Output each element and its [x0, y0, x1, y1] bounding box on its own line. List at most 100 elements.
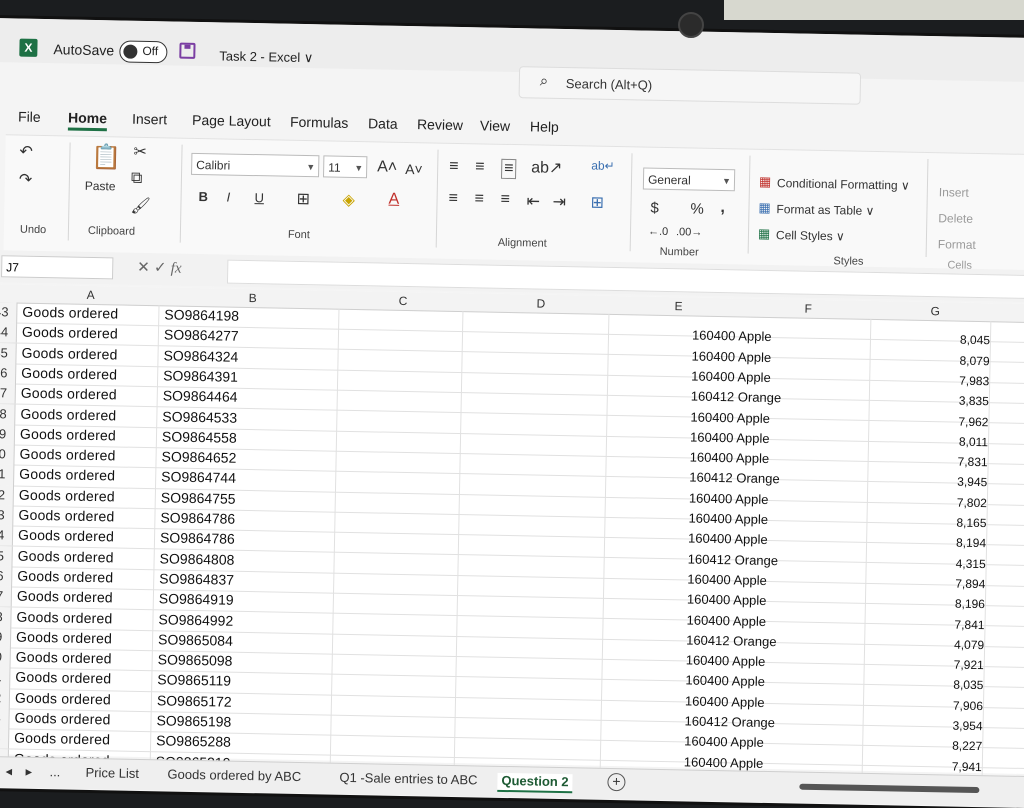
- increase-decimal-icon[interactable]: ←.0: [648, 226, 668, 238]
- cell-g[interactable]: 7,802: [943, 495, 987, 510]
- tab-file[interactable]: File: [18, 109, 41, 125]
- cell-f[interactable]: 160412 Orange: [686, 632, 777, 649]
- cell-f[interactable]: 160400 Apple: [686, 612, 766, 629]
- sheet-tab-price-list[interactable]: Price List: [85, 765, 139, 781]
- cell-g[interactable]: 8,194: [942, 536, 986, 551]
- cell-a[interactable]: Goods ordered: [19, 466, 115, 484]
- currency-button[interactable]: $: [650, 200, 659, 217]
- cell-f[interactable]: 160400 Apple: [690, 429, 770, 446]
- cell-g[interactable]: 3,945: [943, 475, 987, 490]
- cell-g[interactable]: 4,315: [942, 556, 986, 571]
- percent-button[interactable]: %: [690, 200, 704, 217]
- row-number[interactable]: 53: [0, 504, 14, 526]
- cell-a[interactable]: Goods ordered: [16, 649, 112, 667]
- cell-a[interactable]: Goods ordered: [15, 689, 111, 707]
- cell-a[interactable]: Goods ordered: [22, 304, 118, 322]
- column-header-a[interactable]: A: [87, 288, 95, 302]
- fill-color-icon[interactable]: ◈: [342, 190, 355, 210]
- conditional-formatting-button[interactable]: Conditional Formatting ∨: [777, 176, 910, 193]
- orientation-icon[interactable]: ab↗: [531, 157, 563, 178]
- cell-g[interactable]: 7,941: [938, 759, 982, 774]
- cell-g[interactable]: 8,227: [938, 739, 982, 754]
- column-header-g[interactable]: G: [930, 304, 940, 318]
- copy-icon[interactable]: ⧉: [131, 170, 143, 188]
- cell-b[interactable]: SO9865198: [156, 712, 231, 729]
- cell-f[interactable]: 160400 Apple: [689, 490, 769, 507]
- align-center-icon[interactable]: ≡: [474, 190, 484, 208]
- decrease-decimal-icon[interactable]: .00→: [676, 226, 703, 239]
- cell-f[interactable]: 160412 Orange: [688, 551, 779, 568]
- row-number[interactable]: 52: [0, 484, 15, 506]
- tab-help[interactable]: Help: [530, 118, 559, 135]
- cell-a[interactable]: Goods ordered: [20, 405, 116, 423]
- cell-f[interactable]: 160400 Apple: [685, 693, 765, 710]
- row-number[interactable]: 55: [0, 545, 13, 567]
- row-number[interactable]: 48: [0, 403, 16, 425]
- row-number[interactable]: 47: [0, 383, 16, 404]
- cell-a[interactable]: Goods ordered: [14, 710, 110, 728]
- underline-button[interactable]: U: [254, 190, 264, 205]
- align-bottom-icon[interactable]: ≡: [501, 158, 517, 180]
- increase-font-icon[interactable]: A˄: [377, 158, 397, 176]
- name-box[interactable]: J7: [1, 255, 114, 280]
- cell-f[interactable]: 160400 Apple: [692, 328, 772, 345]
- cell-a[interactable]: Goods ordered: [18, 527, 114, 545]
- insert-cells-button[interactable]: Insert: [939, 185, 969, 200]
- cell-f[interactable]: 160400 Apple: [688, 510, 768, 527]
- row-number[interactable]: 61: [0, 667, 11, 689]
- row-number[interactable]: 43: [0, 301, 18, 323]
- cell-a[interactable]: Goods ordered: [20, 425, 116, 443]
- align-right-icon[interactable]: ≡: [500, 191, 510, 209]
- cell-g[interactable]: 8,079: [945, 353, 989, 368]
- cell-g[interactable]: 8,035: [939, 678, 983, 693]
- align-left-icon[interactable]: ≡: [448, 190, 458, 208]
- scroll-left-icon[interactable]: ◂: [5, 763, 12, 779]
- redo-icon[interactable]: ↷: [19, 170, 33, 190]
- format-as-table-button[interactable]: Format as Table ∨: [776, 202, 874, 218]
- cell-f[interactable]: 160400 Apple: [685, 673, 765, 690]
- bold-button[interactable]: B: [198, 189, 208, 204]
- cell-b[interactable]: SO9864755: [161, 489, 236, 506]
- cell-b[interactable]: SO9864324: [163, 347, 238, 364]
- cell-b[interactable]: SO9864744: [161, 469, 236, 486]
- sheet-tab-question-2[interactable]: Question 2: [497, 772, 573, 794]
- cell-b[interactable]: SO9864391: [163, 367, 238, 384]
- decrease-font-icon[interactable]: A˅: [405, 161, 423, 177]
- cell-f[interactable]: 160400 Apple: [684, 734, 764, 751]
- number-format-select[interactable]: General ▼: [642, 167, 736, 192]
- cell-b[interactable]: SO9864558: [162, 428, 237, 445]
- row-number[interactable]: 45: [0, 342, 17, 364]
- worksheet-grid[interactable]: A B C D E F G 43 Goods ordered SO9864198 44…: [0, 283, 1024, 794]
- cell-f[interactable]: 160400 Apple: [690, 450, 770, 467]
- cell-b[interactable]: SO9865084: [158, 631, 233, 648]
- cell-g[interactable]: 3,835: [945, 394, 989, 409]
- tab-review[interactable]: Review: [417, 116, 463, 133]
- row-number[interactable]: 54: [0, 525, 14, 546]
- column-header-f[interactable]: F: [804, 302, 812, 316]
- tab-data[interactable]: Data: [368, 115, 398, 132]
- cell-g[interactable]: 4,079: [940, 637, 984, 652]
- cell-g[interactable]: 8,196: [941, 597, 985, 612]
- row-number[interactable]: 63: [0, 707, 10, 729]
- cell-a[interactable]: Goods ordered: [14, 730, 110, 748]
- row-number[interactable]: 59: [0, 626, 12, 648]
- cell-f[interactable]: 160412 Orange: [691, 389, 782, 406]
- row-number[interactable]: 44: [0, 322, 18, 344]
- more-sheets-button[interactable]: ...: [49, 764, 60, 779]
- undo-icon[interactable]: ↶: [19, 142, 33, 162]
- cell-a[interactable]: Goods ordered: [18, 547, 114, 565]
- horizontal-scrollbar[interactable]: [799, 783, 980, 794]
- cell-b[interactable]: SO9864786: [160, 530, 235, 547]
- cell-a[interactable]: Goods ordered: [17, 567, 113, 585]
- cell-b[interactable]: SO9864198: [164, 306, 239, 323]
- cell-a[interactable]: Goods ordered: [17, 588, 113, 606]
- cell-a[interactable]: Goods ordered: [21, 365, 117, 383]
- row-number[interactable]: 62: [0, 687, 11, 709]
- cell-b[interactable]: SO9864652: [161, 448, 236, 465]
- scroll-right-icon[interactable]: ▸: [25, 764, 32, 780]
- cell-b[interactable]: SO9864464: [163, 388, 238, 405]
- align-top-icon[interactable]: ≡: [449, 158, 459, 176]
- cell-styles-button[interactable]: Cell Styles ∨: [776, 228, 845, 243]
- cell-b[interactable]: SO9865172: [157, 692, 232, 709]
- cell-g[interactable]: 8,011: [944, 434, 988, 449]
